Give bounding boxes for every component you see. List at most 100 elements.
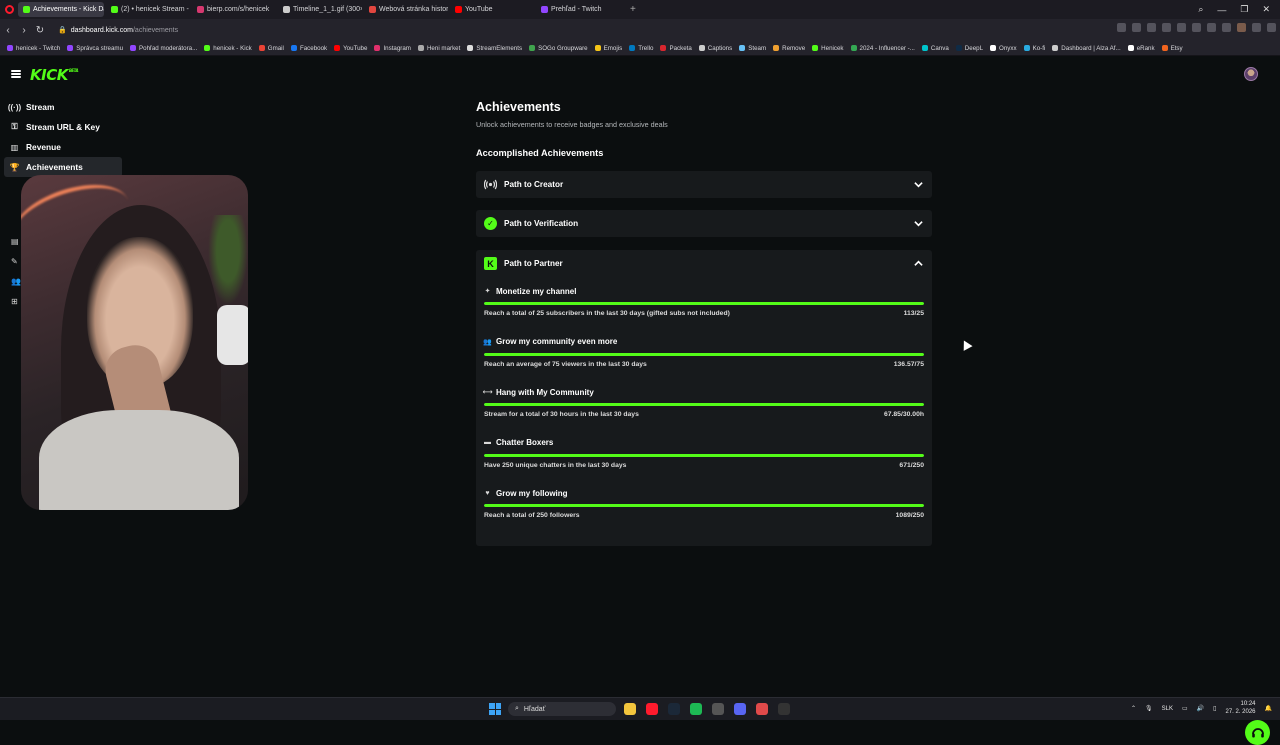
bookmark-item[interactable]: Heni market: [417, 45, 460, 52]
sidebar-item-stream[interactable]: ((·)) Stream: [4, 97, 122, 117]
chevron-down-icon[interactable]: [914, 180, 923, 189]
chevron-up-icon[interactable]: [914, 259, 923, 268]
opera-icon[interactable]: [646, 703, 658, 715]
network-icon[interactable]: ▭: [1182, 705, 1188, 712]
bookmark-item[interactable]: Facebook: [290, 45, 327, 52]
language-indicator[interactable]: SLK: [1162, 706, 1173, 712]
steam-icon[interactable]: [668, 703, 680, 715]
reload-button[interactable]: ↻: [32, 25, 48, 36]
sidebar-item-label: Achievements: [26, 162, 83, 172]
bookmark-favicon-icon: [290, 45, 297, 51]
app-icon[interactable]: [712, 703, 724, 715]
file-explorer-icon[interactable]: [624, 703, 636, 715]
bookmark-item[interactable]: Instagram: [374, 45, 411, 52]
bookmark-item[interactable]: YouTube: [334, 45, 367, 52]
browser-tab[interactable]: Prehľad - Twitch: [536, 2, 620, 17]
bookmark-item[interactable]: Canva: [921, 45, 949, 52]
bookmark-item[interactable]: Trello: [629, 45, 653, 52]
bookmark-favicon-icon: [812, 45, 819, 51]
bookmark-item[interactable]: SOGo Groupware: [529, 45, 588, 52]
bookmark-item[interactable]: Emojis: [594, 45, 622, 52]
page-subtitle: Unlock achievements to receive badges an…: [476, 120, 668, 129]
battery-icon[interactable]: ▯: [1213, 705, 1216, 712]
wrench-icon[interactable]: ✎: [11, 257, 20, 266]
bookmark-item[interactable]: Packeta: [660, 45, 692, 52]
browser-tab[interactable]: (2) • henicek Stream - Watch Live: [106, 2, 190, 17]
bookmark-item[interactable]: Steam: [739, 45, 766, 52]
taskbar-search[interactable]: ⌕ Hľadať: [508, 702, 616, 716]
notifications-icon[interactable]: 🔔: [1265, 705, 1272, 712]
bookmark-item[interactable]: eRank: [1127, 45, 1155, 52]
bookmark-item[interactable]: Etsy: [1161, 45, 1183, 52]
bookmark-item[interactable]: Captions: [698, 45, 732, 52]
achievement-title-text: Grow my community even more: [496, 337, 618, 346]
bookmark-label: Dashboard | Alza Af...: [1061, 44, 1121, 52]
bookmark-item[interactable]: StreamElements: [467, 45, 522, 52]
volume-icon[interactable]: 🔊: [1197, 705, 1204, 712]
terminal-icon[interactable]: [778, 703, 790, 715]
sidebar-item-revenue[interactable]: ▥ Revenue: [4, 137, 122, 157]
bookmark-label: Henicek: [821, 44, 844, 52]
menu-icon[interactable]: [1222, 23, 1231, 32]
clock[interactable]: 10:24 27. 2. 2026: [1225, 701, 1255, 716]
settings-icon[interactable]: ▤: [11, 237, 20, 246]
path-verification-header[interactable]: ✓ Path to Verification: [476, 210, 932, 237]
tools-icon[interactable]: ⊞: [11, 297, 20, 306]
opera-logo-icon[interactable]: [0, 0, 18, 19]
path-creator-header[interactable]: Path to Creator: [476, 171, 932, 198]
url-field[interactable]: 🔒 dashboard.kick.com/achievements: [58, 26, 178, 35]
new-tab-button[interactable]: +: [630, 4, 636, 15]
download-icon[interactable]: [1207, 23, 1216, 32]
browser-tab[interactable]: Webová stránka historie Peoplefun: [364, 2, 448, 17]
heart-icon[interactable]: [1192, 23, 1201, 32]
bookmark-item[interactable]: Gmail: [258, 45, 284, 52]
back-button[interactable]: ‹: [0, 25, 16, 36]
bookmark-favicon-icon: [594, 45, 601, 51]
windows-start-icon[interactable]: [489, 703, 501, 715]
discord-icon[interactable]: [734, 703, 746, 715]
bookmark-item[interactable]: henicek - Twitch: [7, 45, 60, 52]
support-chat-button[interactable]: [1245, 720, 1270, 745]
forward-button[interactable]: ›: [16, 25, 32, 36]
achievement-description: Reach a total of 25 subscribers in the l…: [484, 310, 730, 317]
snapshot-icon[interactable]: [1117, 23, 1126, 32]
spotify-icon[interactable]: [690, 703, 702, 715]
bookmark-item[interactable]: Dashboard | Alza Af...: [1052, 44, 1121, 52]
bookmark-label: SOGo Groupware: [538, 44, 588, 52]
sidebar-item-achievements[interactable]: 🏆 Achievements: [4, 157, 122, 177]
browser-tab[interactable]: YouTube: [450, 2, 534, 17]
bookmark-item[interactable]: Pohľad moderátora...: [130, 45, 197, 52]
maximize-button[interactable]: ❐: [1240, 4, 1248, 15]
bookmark-item[interactable]: Správca streamu: [67, 45, 123, 52]
obs-icon[interactable]: [756, 703, 768, 715]
kick-logo[interactable]: KICKBETA: [30, 66, 79, 84]
search-tabs-icon[interactable]: ⌕: [1198, 4, 1203, 15]
minimize-button[interactable]: —: [1217, 5, 1226, 15]
shield-icon[interactable]: [1147, 23, 1156, 32]
bookmark-item[interactable]: Henicek: [812, 44, 844, 52]
browser-tab[interactable]: Achievements - Kick Dashboard: [18, 2, 104, 17]
send-icon[interactable]: [1177, 23, 1186, 32]
browser-tab[interactable]: bierp.com/s/henicek: [192, 2, 276, 17]
bookmark-item[interactable]: Remove: [773, 45, 805, 52]
vpn-icon[interactable]: [1252, 23, 1261, 32]
extension-icon[interactable]: [1162, 23, 1171, 32]
camera-icon[interactable]: [1132, 23, 1141, 32]
chevron-up-icon[interactable]: ⌃: [1131, 705, 1136, 712]
profile-icon[interactable]: [1237, 23, 1246, 32]
browser-tab[interactable]: Timeline_1_1.gif (300×300): [278, 2, 362, 17]
bookmark-item[interactable]: Onyxx: [990, 45, 1017, 52]
community-icon[interactable]: 👥: [11, 277, 21, 286]
bookmark-item[interactable]: DeepL: [955, 45, 983, 52]
bookmark-item[interactable]: 2024 - Influencer -...: [850, 45, 915, 52]
chevron-down-icon[interactable]: [914, 219, 923, 228]
path-partner-header[interactable]: K Path to Partner: [476, 250, 932, 277]
user-avatar[interactable]: [1244, 67, 1258, 81]
ai-icon[interactable]: [1267, 23, 1276, 32]
bookmark-item[interactable]: Ko-fi: [1023, 45, 1045, 52]
close-window-button[interactable]: ✕: [1262, 4, 1270, 15]
hamburger-menu-icon[interactable]: [11, 70, 21, 78]
microphone-icon[interactable]: 🎙: [1145, 705, 1153, 712]
sidebar-item-stream-url-key[interactable]: ⚿ Stream URL & Key: [4, 117, 122, 137]
bookmark-item[interactable]: henicek - Kick: [204, 45, 252, 52]
